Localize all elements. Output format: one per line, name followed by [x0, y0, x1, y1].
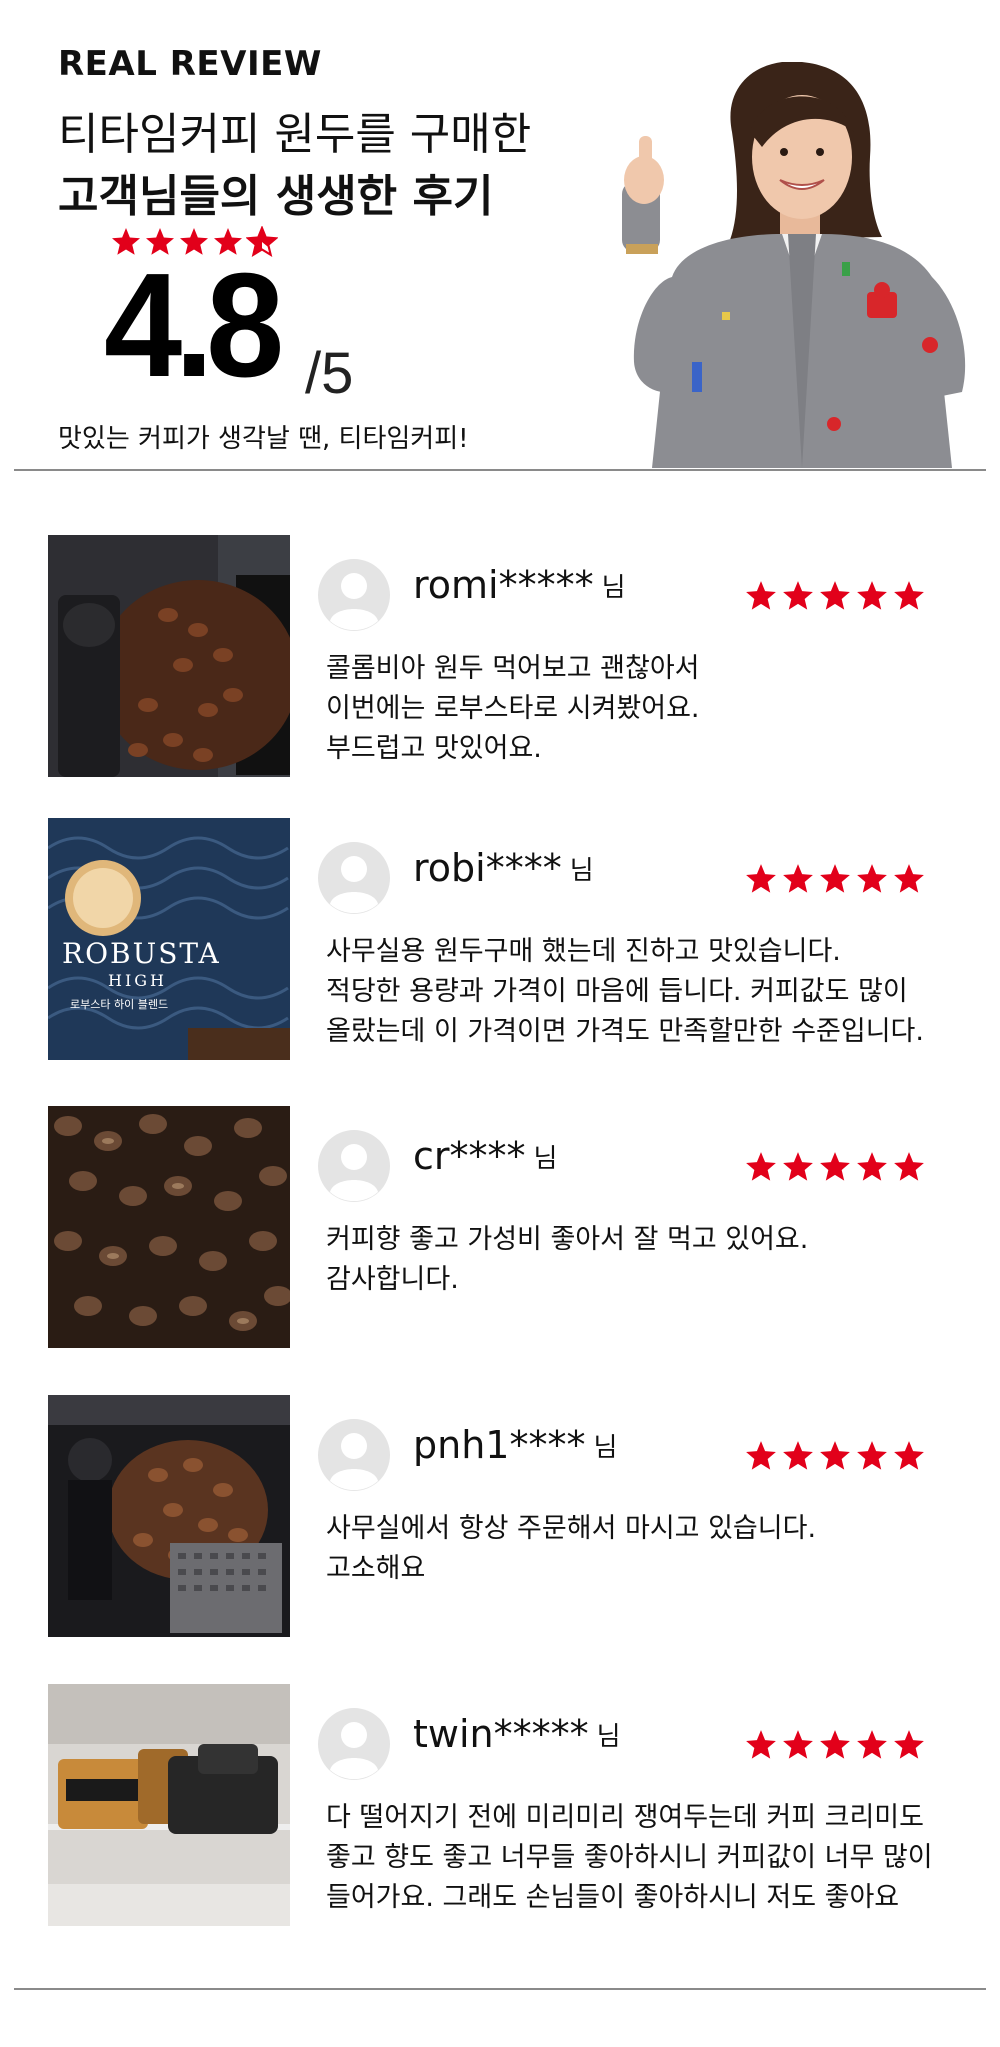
star-icon: [855, 1439, 889, 1473]
star-icon: [781, 1150, 815, 1184]
review-photo: [48, 1684, 290, 1926]
section-eyebrow: REAL REVIEW: [58, 44, 322, 84]
review-text: 커피향 좋고 가성비 좋아서 잘 먹고 있어요. 감사합니다.: [326, 1224, 809, 1295]
review-photo: [48, 535, 290, 777]
headline-line-2: 고객님들의 생생한 후기: [58, 171, 494, 222]
review-item: cr**** 님 커피향 좋고 가성비 좋아서 잘 먹고 있어요. 감사합니다.: [0, 1106, 1000, 1352]
star-icon: [892, 579, 926, 613]
star-icon: [744, 862, 778, 896]
headline-line-1: 티타임커피 원두를 구매한: [58, 109, 532, 160]
review-stars: [744, 1150, 926, 1184]
package-subtitle: HIGH: [108, 971, 167, 990]
review-text: 다 떨어지기 전에 미리미리 쟁여두는데 커피 크리미도 좋고 향도 좋고 너무…: [326, 1802, 933, 1913]
header-divider: [14, 469, 986, 471]
review-stars: [744, 1728, 926, 1762]
review-stars: [744, 862, 926, 896]
review-text: 사무실용 원두구매 했는데 진하고 맛있습니다. 적당한 용량과 가격이 마음에…: [326, 936, 924, 1047]
review-username: romi***** 님: [413, 563, 626, 607]
footer-divider: [14, 1988, 986, 1990]
review-item: romi***** 님 콜롬비아 원두 먹어보고 괜찮아서 이번에는 로부스타로 …: [0, 535, 1000, 781]
review-item: pnh1**** 님 사무실에서 항상 주문해서 마시고 있습니다. 고소해요: [0, 1395, 1000, 1641]
star-icon: [744, 1728, 778, 1762]
review-item: twin***** 님 다 떨어지기 전에 미리미리 쟁여두는데 커피 크리미도 …: [0, 1684, 1000, 1930]
review-header: REAL REVIEW 티타임커피 원두를 구매한 고객님들의 생생한 후기 4…: [0, 0, 1000, 468]
star-icon: [855, 1728, 889, 1762]
star-icon: [892, 1150, 926, 1184]
review-text: 콜롬비아 원두 먹어보고 괜찮아서 이번에는 로부스타로 시켜봤어요. 부드럽고…: [326, 653, 700, 764]
review-photo: ROBUSTA HIGH 로부스타 하이 블렌드: [48, 818, 290, 1060]
user-avatar-icon: [318, 1419, 390, 1491]
star-icon: [781, 1728, 815, 1762]
star-icon: [818, 1728, 852, 1762]
spokesperson-photo: [622, 62, 966, 468]
tagline: 맛있는 커피가 생각날 땐, 티타임커피!: [58, 424, 469, 454]
star-icon: [818, 1439, 852, 1473]
star-icon: [744, 579, 778, 613]
review-photo: [48, 1106, 290, 1348]
rating-max: /5: [305, 341, 354, 406]
star-icon: [818, 579, 852, 613]
average-rating: 4.8: [104, 243, 284, 408]
star-icon: [855, 579, 889, 613]
review-text: 사무실에서 항상 주문해서 마시고 있습니다. 고소해요: [326, 1513, 817, 1584]
star-icon: [781, 862, 815, 896]
star-icon: [892, 862, 926, 896]
review-username: cr**** 님: [413, 1134, 558, 1178]
star-icon: [855, 862, 889, 896]
user-avatar-icon: [318, 559, 390, 631]
star-icon: [818, 1150, 852, 1184]
star-icon: [781, 579, 815, 613]
review-username: twin***** 님: [413, 1712, 621, 1756]
review-stars: [744, 1439, 926, 1473]
review-photo: [48, 1395, 290, 1637]
star-icon: [744, 1150, 778, 1184]
review-stars: [744, 579, 926, 613]
star-icon: [781, 1439, 815, 1473]
package-korean: 로부스타 하이 블렌드: [70, 997, 168, 1011]
review-username: pnh1**** 님: [413, 1423, 618, 1467]
user-avatar-icon: [318, 1708, 390, 1780]
review-username: robi**** 님: [413, 846, 594, 890]
star-icon: [855, 1150, 889, 1184]
review-item: ROBUSTA HIGH 로부스타 하이 블렌드 robi**** 님 사무실용 …: [0, 818, 1000, 1064]
star-icon: [892, 1728, 926, 1762]
user-avatar-icon: [318, 842, 390, 914]
star-icon: [892, 1439, 926, 1473]
package-title: ROBUSTA: [62, 937, 221, 970]
star-icon: [818, 862, 852, 896]
star-icon: [744, 1439, 778, 1473]
user-avatar-icon: [318, 1130, 390, 1202]
